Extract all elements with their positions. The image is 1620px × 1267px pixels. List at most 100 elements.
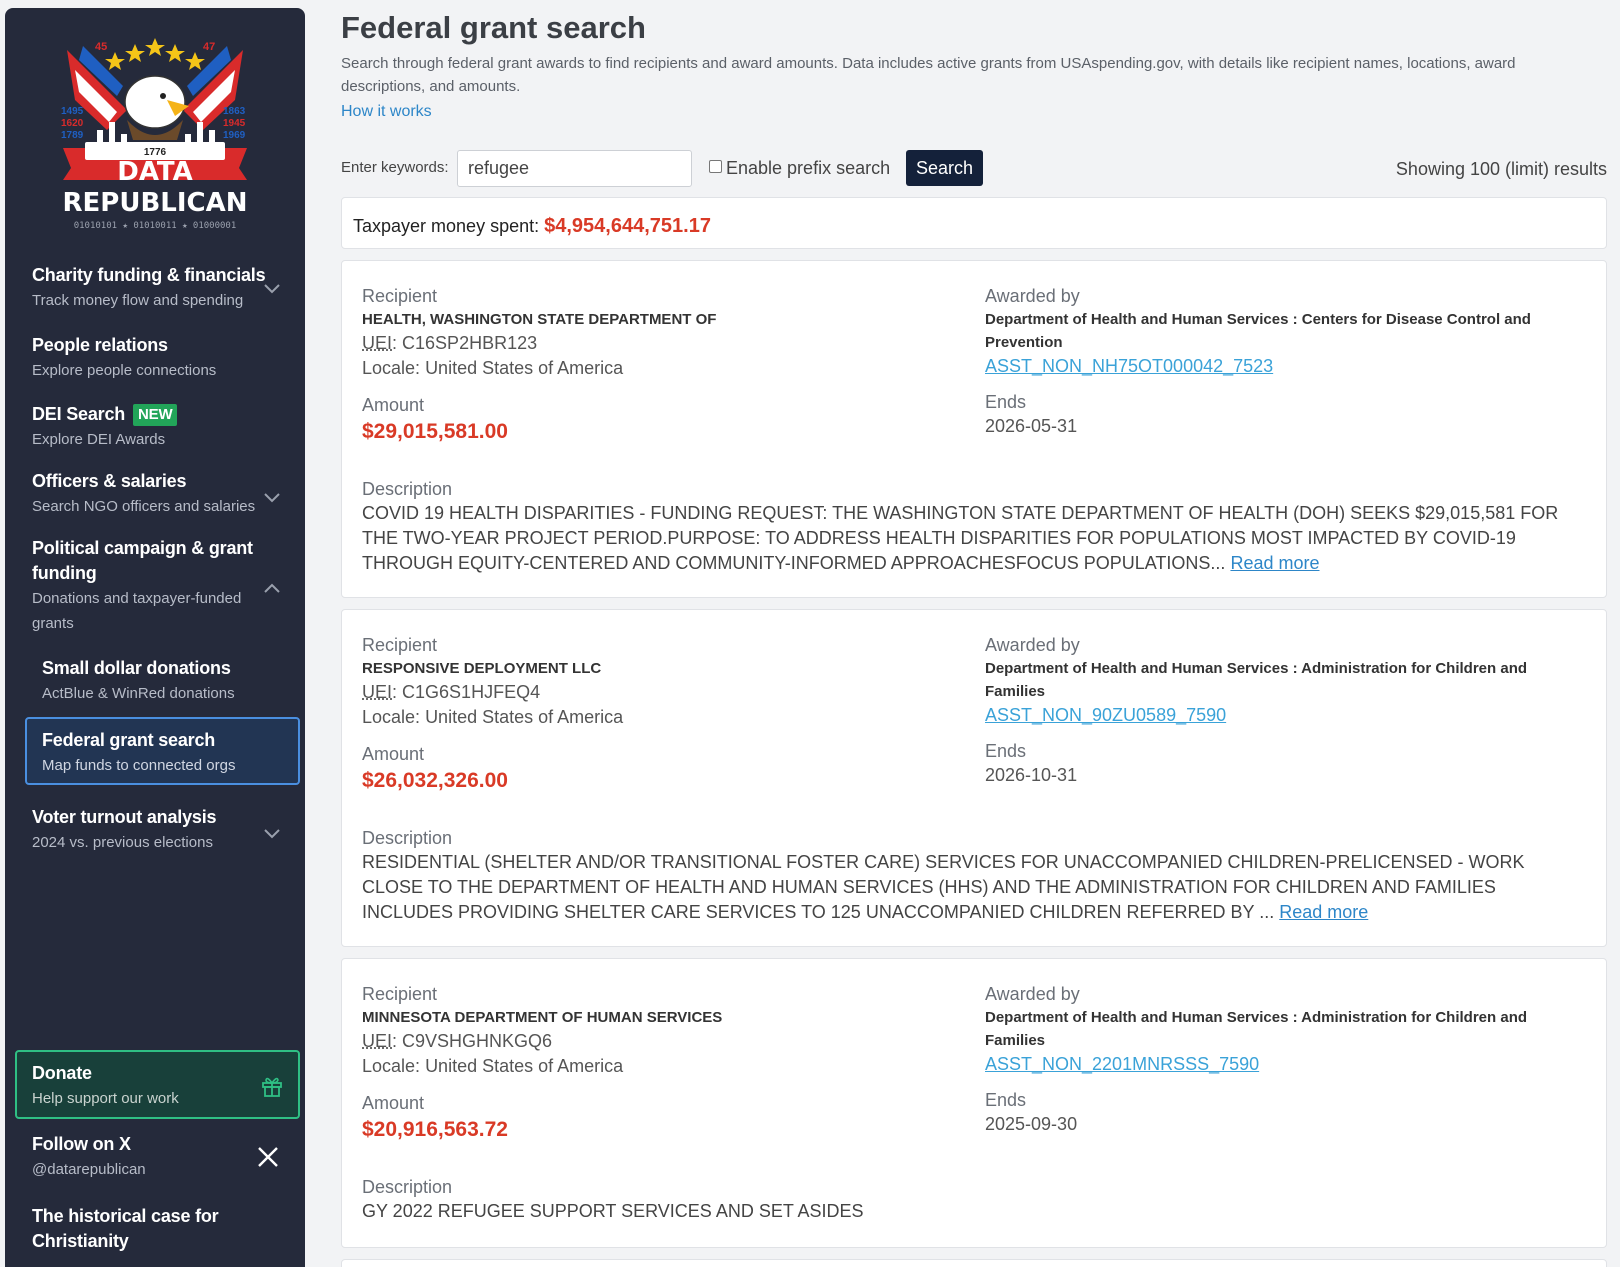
award-id-link[interactable]: ASST_NON_2201MNRSSS_7590 bbox=[985, 1054, 1259, 1074]
keywords-label: Enter keywords: bbox=[341, 159, 449, 176]
description-text-wrap: COVID 19 HEALTH DISPARITIES - FUNDING RE… bbox=[362, 501, 1587, 576]
search-button[interactable]: Search bbox=[906, 150, 983, 186]
amount-value: $29,015,581.00 bbox=[362, 420, 508, 443]
award-id-link[interactable]: ASST_NON_NH75OT000042_7523 bbox=[985, 356, 1273, 376]
donate-button[interactable]: Donate Help support our work bbox=[15, 1050, 300, 1119]
logo-num-47: 47 bbox=[203, 41, 215, 53]
logo-text-republican: REPUBLICAN bbox=[63, 188, 248, 218]
result-card-partial bbox=[341, 1259, 1607, 1267]
awarded-by-label: Awarded by bbox=[985, 286, 1080, 306]
amount-label: Amount bbox=[362, 395, 425, 415]
donate-sub: Help support our work bbox=[32, 1090, 179, 1107]
description-text: COVID 19 HEALTH DISPARITIES - FUNDING RE… bbox=[362, 503, 1559, 573]
data-republican-logo[interactable]: 45 47 1495 1620 1789 1863 1945 1969 1776… bbox=[57, 30, 253, 238]
uei-value: C9VSHGHNKGQ6 bbox=[402, 1031, 553, 1051]
description-label: Description bbox=[362, 1177, 453, 1197]
ends-label: Ends bbox=[985, 1090, 1027, 1110]
nav-dei-title: DEI Search NEW bbox=[32, 402, 178, 427]
svg-text:1620: 1620 bbox=[61, 118, 84, 129]
logo-text-data: DATA bbox=[117, 157, 193, 187]
uei-abbr: UEI bbox=[362, 1031, 393, 1051]
recipient-uei: UEI: C16SP2HBR123 bbox=[362, 333, 538, 353]
chevron-down-icon[interactable] bbox=[263, 283, 281, 295]
historical-title-2: Christianity bbox=[32, 1231, 129, 1251]
nav-federal-grant-search[interactable]: Federal grant search Map funds to connec… bbox=[25, 717, 300, 785]
nav-voter-sub: 2024 vs. previous elections bbox=[32, 834, 213, 851]
locale-value: United States of America bbox=[425, 707, 624, 727]
amount-label: Amount bbox=[362, 1093, 425, 1113]
x-logo-icon bbox=[258, 1147, 278, 1167]
nav-officers-title: Officers & salaries bbox=[32, 471, 187, 491]
recipient-uei: UEI: C1G6S1HJFEQ4 bbox=[362, 682, 541, 702]
nav-charity-title: Charity funding & financials bbox=[32, 265, 266, 285]
awarding-agency-line2: Families bbox=[985, 1032, 1046, 1049]
nav-small-dollar-title: Small dollar donations bbox=[42, 658, 231, 678]
page-description: Search through federal grant awards to f… bbox=[341, 55, 1516, 95]
uei-abbr: UEI bbox=[362, 682, 393, 702]
recipient-locale: Locale: United States of America bbox=[362, 1054, 722, 1079]
ends-label: Ends bbox=[985, 741, 1027, 761]
ends-date: 2026-05-31 bbox=[985, 416, 1078, 436]
prefix-search-toggle[interactable]: Enable prefix search bbox=[709, 158, 890, 179]
nav-political-sub-1: Donations and taxpayer-funded bbox=[32, 590, 242, 607]
money-label-row: Taxpayer money spent: $4,954,644,751.17 bbox=[353, 215, 711, 238]
sidebar: 45 47 1495 1620 1789 1863 1945 1969 1776… bbox=[5, 8, 305, 1267]
taxpayer-money-summary: Taxpayer money spent: $4,954,644,751.17 bbox=[341, 197, 1607, 249]
page-title: Federal grant search bbox=[341, 10, 646, 45]
locale-prefix: Locale: bbox=[362, 1056, 421, 1076]
uei-value: C16SP2HBR123 bbox=[402, 333, 538, 353]
gift-icon bbox=[262, 1077, 282, 1097]
recipient-locale: Locale: United States of America bbox=[362, 356, 716, 381]
award-id-link[interactable]: ASST_NON_90ZU0589_7590 bbox=[985, 705, 1226, 725]
description-label: Description bbox=[362, 479, 453, 499]
nav-political-title-1: Political campaign & grant bbox=[32, 538, 253, 558]
eagle-head bbox=[124, 75, 189, 140]
nav-dei-title-text: DEI Search bbox=[32, 404, 126, 424]
recipient-label: Recipient bbox=[362, 286, 438, 306]
prefix-search-label: Enable prefix search bbox=[726, 158, 891, 178]
ends-date: 2026-10-31 bbox=[985, 765, 1078, 785]
chevron-down-icon[interactable] bbox=[263, 492, 281, 504]
result-card: Recipient MINNESOTA DEPARTMENT OF HUMAN … bbox=[341, 958, 1607, 1248]
read-more-link[interactable]: Read more bbox=[1230, 553, 1319, 573]
amount-value: $26,032,326.00 bbox=[362, 769, 508, 792]
search-bar: Enter keywords: Enable prefix search Sea… bbox=[341, 150, 1607, 187]
amount-value: $20,916,563.72 bbox=[362, 1118, 508, 1141]
chevron-up-icon[interactable] bbox=[263, 582, 281, 594]
awarded-by-label: Awarded by bbox=[985, 984, 1080, 1004]
how-it-works-link[interactable]: How it works bbox=[341, 103, 432, 121]
nav-dei-sub: Explore DEI Awards bbox=[32, 431, 166, 448]
svg-text:1495: 1495 bbox=[61, 106, 84, 117]
keywords-input[interactable] bbox=[457, 150, 692, 187]
nav-federal-title: Federal grant search bbox=[42, 730, 216, 750]
recipient-name: MINNESOTA DEPARTMENT OF HUMAN SERVICES bbox=[362, 1009, 723, 1026]
read-more-link[interactable]: Read more bbox=[1279, 902, 1368, 922]
logo-num-45: 45 bbox=[95, 41, 107, 53]
awarding-agency-line1: Department of Health and Human Services … bbox=[985, 660, 1528, 677]
awarded-by-label: Awarded by bbox=[985, 635, 1080, 655]
recipient-name: HEALTH, WASHINGTON STATE DEPARTMENT OF bbox=[362, 311, 717, 328]
chevron-down-icon[interactable] bbox=[263, 828, 281, 840]
awarding-agency-line2: Prevention bbox=[985, 334, 1063, 351]
recipient-uei: UEI: C9VSHGHNKGQ6 bbox=[362, 1031, 553, 1051]
locale-value: United States of America bbox=[425, 1056, 624, 1076]
follow-on-x[interactable]: Follow on X @datarepublican bbox=[5, 1132, 305, 1184]
description-block: Description COVID 19 HEALTH DISPARITIES … bbox=[362, 477, 1587, 576]
description-label: Description bbox=[362, 828, 453, 848]
description-text: GY 2022 REFUGEE SUPPORT SERVICES AND SET… bbox=[362, 1201, 864, 1221]
donate-title: Donate bbox=[32, 1063, 92, 1083]
locale-value: United States of America bbox=[425, 358, 624, 378]
follow-handle: @datarepublican bbox=[32, 1161, 146, 1178]
locale-prefix: Locale: bbox=[362, 358, 421, 378]
nav-people-title: People relations bbox=[32, 335, 168, 355]
recipient-label: Recipient bbox=[362, 635, 438, 655]
nav-federal-sub: Map funds to connected orgs bbox=[42, 757, 236, 774]
svg-text:1969: 1969 bbox=[223, 130, 246, 141]
awarding-agency-line1: Department of Health and Human Services … bbox=[985, 1009, 1528, 1026]
results-count: Showing 100 (limit) results bbox=[1395, 159, 1607, 179]
svg-text:1863: 1863 bbox=[223, 106, 246, 117]
money-label: Taxpayer money spent: bbox=[353, 216, 540, 236]
prefix-search-checkbox[interactable] bbox=[709, 160, 722, 173]
nav-political-title-2: funding bbox=[32, 563, 97, 583]
nav-small-dollar-sub: ActBlue & WinRed donations bbox=[42, 685, 235, 702]
